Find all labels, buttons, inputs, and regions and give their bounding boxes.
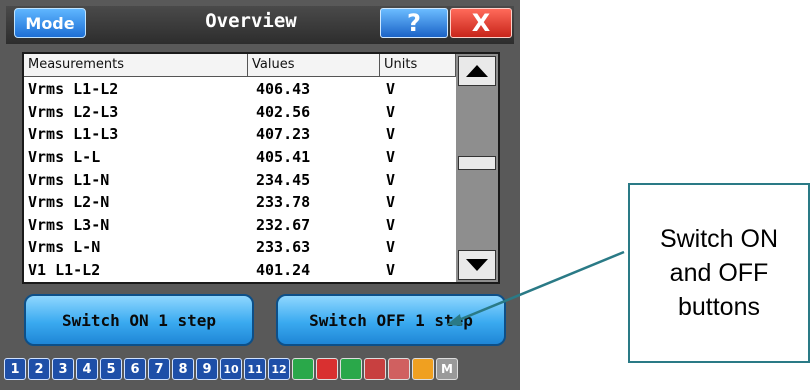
measurement-unit: V — [386, 238, 396, 257]
step-indicator-12: 12 — [268, 358, 290, 380]
phase-icon — [364, 358, 386, 380]
measurement-unit: V — [386, 125, 396, 144]
lock-icon — [292, 358, 314, 380]
measurement-unit: V — [386, 148, 396, 167]
table-row[interactable]: V1 L1-L2 401.24 V — [24, 259, 456, 282]
measurement-name: V1 L1-L2 — [28, 261, 101, 280]
measurement-name: Vrms L2-N — [28, 193, 110, 212]
step-indicator-3: 3 — [52, 358, 74, 380]
measurement-unit: V — [386, 170, 396, 189]
measurement-unit: V — [386, 215, 396, 234]
help-button[interactable]: ? — [380, 8, 448, 38]
switch-off-step-button[interactable]: Switch OFF 1 step — [276, 294, 506, 346]
step-indicator-1: 1 — [4, 358, 26, 380]
measurement-value: 406.43 — [256, 80, 311, 99]
fault-icon — [388, 358, 410, 380]
step-indicator-8: 8 — [172, 358, 194, 380]
step-indicator-2: 2 — [28, 358, 50, 380]
table-row[interactable]: Vrms L2-L3 402.56 V — [24, 101, 456, 124]
step-indicator-10: 10 — [220, 358, 242, 380]
switch-on-step-button[interactable]: Switch ON 1 step — [24, 294, 254, 346]
title-bar: Mode Overview ? X — [6, 6, 514, 44]
measurement-value: 407.23 — [256, 125, 311, 144]
arrow-down-icon — [466, 259, 488, 271]
scroll-thumb[interactable] — [458, 156, 496, 170]
table-body: Vrms L1-L2 406.43 V Vrms L2-L3 402.56 V Vrms L… — [24, 78, 456, 281]
arrow-up-icon — [466, 65, 488, 77]
column-header-measurements[interactable]: Measurements — [24, 54, 248, 76]
scrollbar[interactable] — [456, 54, 498, 282]
table-row[interactable]: Vrms L-N 233.63 V — [24, 236, 456, 259]
measurement-unit: V — [386, 261, 396, 280]
table-row[interactable]: Vrms L-L 405.41 V — [24, 146, 456, 169]
measurement-unit: V — [386, 80, 396, 99]
step-indicator-6: 6 — [124, 358, 146, 380]
measurement-value: 402.56 — [256, 102, 311, 121]
measurement-name: Vrms L1-N — [28, 170, 110, 189]
measurement-value: 234.45 — [256, 170, 311, 189]
annotation-text: Switch ON and OFF buttons — [659, 225, 779, 321]
measurement-value: 405.41 — [256, 148, 311, 167]
measurement-value: 233.78 — [256, 193, 311, 212]
manual-icon: M — [436, 358, 458, 380]
table-row[interactable]: Vrms L1-N 234.45 V — [24, 168, 456, 191]
scroll-up-button[interactable] — [458, 56, 496, 86]
sun-icon — [412, 358, 434, 380]
mode-button[interactable]: Mode — [14, 8, 86, 38]
step-indicator-11: 11 — [244, 358, 266, 380]
measurement-name: Vrms L1-L3 — [28, 125, 119, 144]
measurement-unit: V — [386, 102, 396, 121]
measurements-table: Measurements Values Units Vrms L1-L2 406.… — [22, 52, 500, 284]
measurement-name: Vrms L-N — [28, 238, 101, 257]
measurement-value: 232.67 — [256, 215, 311, 234]
step-indicator-9: 9 — [196, 358, 218, 380]
measurement-value: 233.63 — [256, 238, 311, 257]
alarm-icon — [316, 358, 338, 380]
table-row[interactable]: Vrms L3-N 232.67 V — [24, 214, 456, 237]
temperature-icon — [340, 358, 362, 380]
step-indicator-7: 7 — [148, 358, 170, 380]
table-row[interactable]: Vrms L2-N 233.78 V — [24, 191, 456, 214]
measurement-name: Vrms L3-N — [28, 215, 110, 234]
table-header: Measurements Values Units — [24, 54, 456, 77]
close-button[interactable]: X — [450, 8, 512, 38]
page-title: Overview — [205, 10, 297, 32]
annotation-callout: Switch ON and OFF buttons — [628, 183, 810, 363]
device-window: Mode Overview ? X Measurements Values Un… — [0, 0, 520, 390]
table-row[interactable]: Vrms L1-L2 406.43 V — [24, 78, 456, 101]
measurement-name: Vrms L-L — [28, 148, 101, 167]
column-header-units[interactable]: Units — [380, 54, 456, 76]
measurement-name: Vrms L1-L2 — [28, 80, 119, 99]
table-row[interactable]: Vrms L1-L3 407.23 V — [24, 123, 456, 146]
measurement-value: 401.24 — [256, 261, 311, 280]
step-indicator-4: 4 — [76, 358, 98, 380]
step-indicator-5: 5 — [100, 358, 122, 380]
measurement-unit: V — [386, 193, 396, 212]
scroll-down-button[interactable] — [458, 250, 496, 280]
step-status-strip: 1 2 3 4 5 6 7 8 9 10 11 12 M — [4, 358, 458, 384]
measurement-name: Vrms L2-L3 — [28, 102, 119, 121]
column-header-values[interactable]: Values — [248, 54, 380, 76]
